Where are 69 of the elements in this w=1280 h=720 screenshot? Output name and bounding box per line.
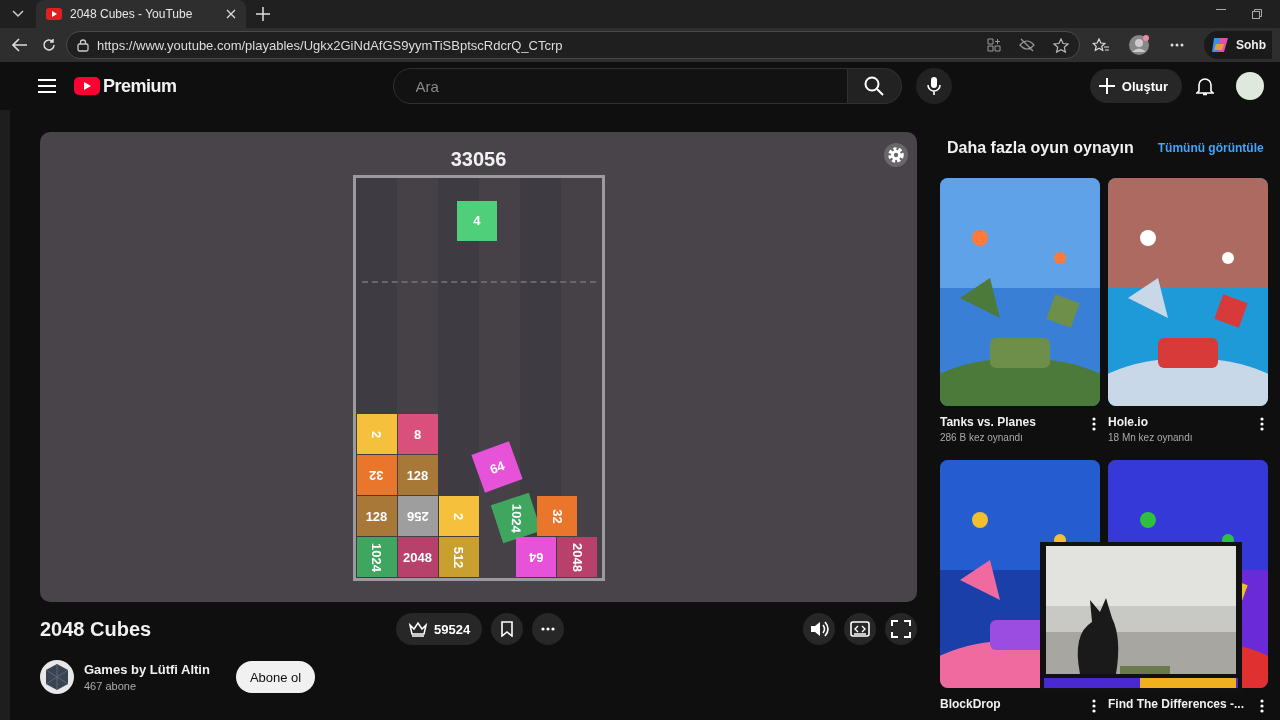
number-cube: 64 [516,537,557,577]
colorful-logo-icon [1210,35,1230,55]
high-score-button[interactable]: 59524 [396,613,483,645]
browser-tab[interactable]: 2048 Cubes - YouTube [36,0,246,28]
game-card-title[interactable]: Find The Differences -... [1108,697,1256,711]
game-panel[interactable]: 33056 4 2 8 32 128 64 128 256 2 1024 32 1024 2048 512 64 2048 [40,132,917,602]
number-cube: 2048 [557,537,598,577]
restore-icon[interactable] [1252,9,1262,19]
number-cube: 4 [456,200,497,241]
create-button[interactable]: Oluştur [1089,69,1182,103]
view-all-link[interactable]: Tümünü görüntüle [1157,141,1264,155]
bell-icon[interactable] [1196,76,1214,96]
profile-icon[interactable] [1128,34,1150,56]
crown-icon [408,621,428,637]
number-cube: 128 [356,496,397,536]
number-cube: 256 [397,496,438,536]
microphone-icon [926,76,941,96]
avatar[interactable] [1236,72,1264,100]
search-button[interactable] [847,68,902,104]
minimize-icon[interactable] [1216,9,1226,11]
play-count: 286 B kez oynandı [940,432,1024,443]
volume-icon[interactable] [803,613,835,645]
plus-icon[interactable] [256,7,270,21]
premium-logo[interactable]: Premium [103,75,177,97]
embed-icon[interactable] [844,613,876,645]
chevron-down-icon[interactable] [12,10,24,18]
channel-avatar[interactable] [40,660,74,694]
game-board[interactable]: 4 2 8 32 128 64 128 256 2 1024 32 1024 2048 512 64 2048 [352,175,605,581]
score: 33056 [450,146,507,172]
number-cube: 2048 [397,537,438,577]
fullscreen-icon[interactable] [885,613,917,645]
section-title: Daha fazla oyun oynayın [947,139,1134,157]
more-icon[interactable] [1170,43,1184,47]
subscriber-count: 467 abone [84,680,137,692]
settings-icon[interactable] [883,142,909,168]
play-logo-icon[interactable] [74,77,100,95]
apps-icon[interactable] [987,38,1001,52]
play-icon [46,8,62,20]
game-card-title[interactable]: BlockDrop [940,697,1088,711]
number-cube: 1024 [356,537,397,577]
game-title: 2048 Cubes [40,617,153,641]
plus-icon [1097,77,1116,95]
search-field[interactable]: Ara [392,68,848,104]
search-icon [864,76,885,96]
bookmark-icon[interactable] [491,613,524,645]
number-cube: 512 [438,537,479,577]
play-count: 18 Mn kez oynandı [1108,432,1194,443]
copilot-button[interactable]: Sohb [1204,31,1272,59]
game-card-title[interactable]: Hole.io [1108,415,1256,429]
favorites-icon[interactable] [1092,37,1110,53]
number-cube: 64 [471,441,524,493]
game-card-title[interactable]: Tanks vs. Planes [940,415,1088,429]
lock-icon [77,38,89,52]
eye-off-icon[interactable] [1019,38,1035,52]
more-icon[interactable] [532,613,565,645]
subscribe-button[interactable]: Abone ol [235,661,316,693]
number-cube: 32 [536,496,577,536]
microphone-button[interactable] [915,68,952,104]
channel-name[interactable]: Games by Lütfi Altin [84,662,210,677]
number-cube: 32 [356,455,397,495]
url-text: https://www.youtube.com/playables/Ugkx2GiNdAfGS9yymTiSBptscRdcrQ_CTcrp [97,37,564,53]
number-cube: 2 [438,496,479,536]
number-cube: 128 [397,455,438,495]
menu-icon[interactable] [38,79,56,93]
star-icon[interactable] [1053,37,1069,53]
address-bar[interactable]: https://www.youtube.com/playables/Ugkx2GiNdAfGS9yymTiSBptscRdcrQ_CTcrp [66,31,1080,59]
number-cube: 8 [397,414,438,454]
close-icon[interactable] [226,9,236,19]
number-cube: 2 [356,414,397,454]
